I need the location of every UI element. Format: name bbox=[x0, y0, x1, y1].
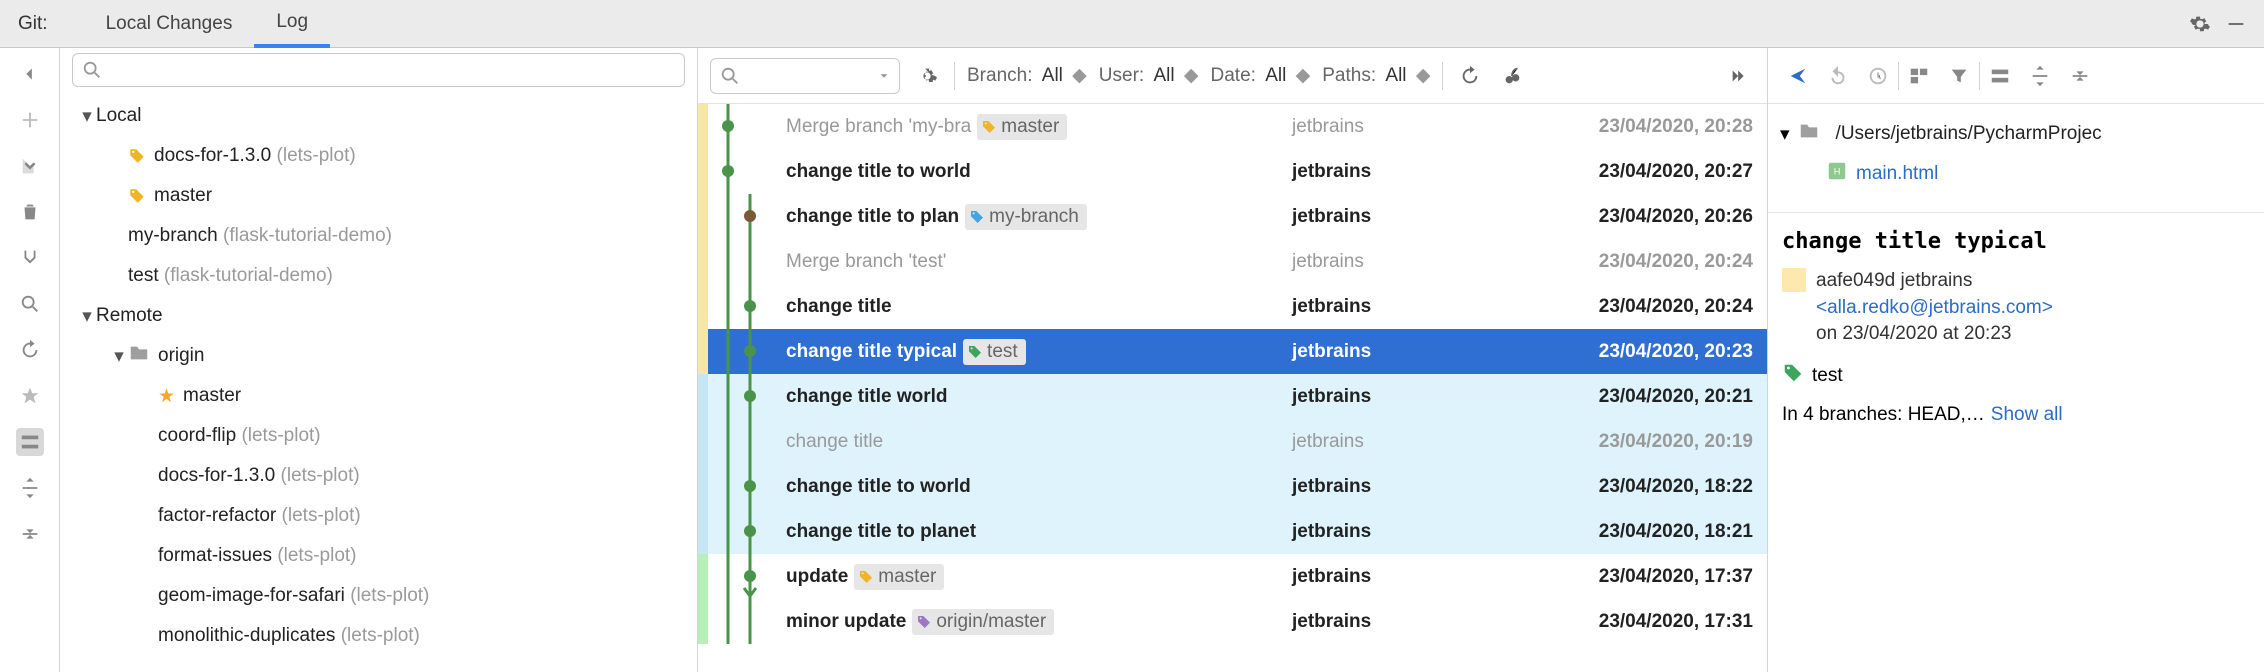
branch-search-input[interactable] bbox=[72, 53, 685, 87]
group-icon[interactable] bbox=[1899, 60, 1939, 92]
detail-toolbar bbox=[1768, 48, 2264, 104]
log-row[interactable]: change title to world jetbrains23/04/202… bbox=[698, 464, 1767, 509]
changed-file[interactable]: main.html bbox=[1856, 163, 1938, 185]
detail-panel: ▾ /Users/jetbrains/PycharmProjec H main.… bbox=[1768, 48, 2264, 672]
log-toolbar: Branch: All ◆ User: All ◆ Date: All ◆ Pa… bbox=[698, 48, 1767, 104]
tick-down-icon[interactable] bbox=[16, 152, 44, 180]
branch-node-master[interactable]: ★master bbox=[60, 376, 697, 416]
svg-text:H: H bbox=[1834, 167, 1841, 177]
changed-files: ▾ /Users/jetbrains/PycharmProjec H main.… bbox=[1768, 104, 2264, 213]
cherry-pick-icon[interactable] bbox=[1497, 61, 1527, 91]
top-tabs: Local Changes Log bbox=[84, 0, 330, 47]
undo-icon[interactable] bbox=[1818, 60, 1858, 92]
chevron-down-icon[interactable]: ▾ bbox=[1780, 123, 1790, 146]
commit-title: change title typical bbox=[1782, 229, 2250, 254]
log-rows: Merge branch 'my-bra masterjetbrains23/0… bbox=[698, 104, 1767, 672]
expand-icon[interactable] bbox=[2020, 60, 2060, 92]
branch-node-docs-for-1-3-0[interactable]: docs-for-1.3.0 (lets-plot) bbox=[60, 456, 697, 496]
minimize-icon[interactable] bbox=[2218, 6, 2254, 42]
topbar: Git: Local Changes Log bbox=[0, 0, 2264, 48]
filter-branch[interactable]: Branch: All ◆ bbox=[967, 64, 1087, 87]
html-file-icon: H bbox=[1826, 160, 1848, 188]
branch-node-test[interactable]: test (flask-tutorial-demo) bbox=[60, 256, 697, 296]
log-row[interactable]: change title world jetbrains23/04/2020, … bbox=[698, 374, 1767, 419]
filter-icon[interactable] bbox=[1939, 60, 1979, 92]
branch-node-format-issues[interactable]: format-issues (lets-plot) bbox=[60, 536, 697, 576]
log-search-input[interactable] bbox=[710, 58, 900, 94]
history-icon[interactable] bbox=[1858, 60, 1898, 92]
commit-date: on 23/04/2020 at 20:23 bbox=[1816, 323, 2011, 344]
changed-files-path[interactable]: /Users/jetbrains/PycharmProjec bbox=[1836, 123, 2102, 145]
tree-section-remote[interactable]: ▾Remote bbox=[60, 296, 697, 336]
branches-panel: ▾Localdocs-for-1.3.0 (lets-plot)mastermy… bbox=[60, 48, 698, 672]
log-row[interactable]: change title jetbrains23/04/2020, 20:19 bbox=[698, 419, 1767, 464]
commit-info: change title typical aafe049d jetbrains … bbox=[1768, 213, 2264, 442]
log-settings-icon[interactable] bbox=[912, 61, 942, 91]
left-gutter bbox=[0, 48, 60, 672]
branch-node-geom-image-for-safari[interactable]: geom-image-for-safari (lets-plot) bbox=[60, 576, 697, 616]
hash-color-box bbox=[1782, 268, 1806, 292]
tree-section-local[interactable]: ▾Local bbox=[60, 96, 697, 136]
log-row[interactable]: change title typical testjetbrains23/04/… bbox=[698, 329, 1767, 374]
log-refresh-icon[interactable] bbox=[1455, 61, 1485, 91]
layout-icon[interactable] bbox=[1980, 60, 2020, 92]
merge-icon[interactable] bbox=[16, 244, 44, 272]
filter-paths[interactable]: Paths: All ◆ bbox=[1322, 64, 1430, 87]
branch-node-docs-for-1-3-0[interactable]: docs-for-1.3.0 (lets-plot) bbox=[60, 136, 697, 176]
folder-icon bbox=[1798, 120, 1820, 148]
filter-date[interactable]: Date: All ◆ bbox=[1211, 64, 1311, 87]
log-row[interactable]: update masterjetbrains23/04/2020, 17:37 bbox=[698, 554, 1767, 599]
gear-icon[interactable] bbox=[2182, 6, 2218, 42]
navigate-icon[interactable] bbox=[1778, 60, 1818, 92]
tag-icon bbox=[1782, 362, 1804, 390]
log-row[interactable]: change title jetbrains23/04/2020, 20:24 bbox=[698, 284, 1767, 329]
collapse-icon[interactable] bbox=[2060, 60, 2100, 92]
log-row[interactable]: Merge branch 'my-bra masterjetbrains23/0… bbox=[698, 104, 1767, 149]
filter-user[interactable]: User: All ◆ bbox=[1099, 64, 1199, 87]
log-row[interactable]: change title to world jetbrains23/04/202… bbox=[698, 149, 1767, 194]
log-row[interactable]: change title to plan my-branchjetbrains2… bbox=[698, 194, 1767, 239]
branch-node-my-branch[interactable]: my-branch (flask-tutorial-demo) bbox=[60, 216, 697, 256]
add-icon[interactable] bbox=[16, 106, 44, 134]
refresh-icon[interactable] bbox=[16, 336, 44, 364]
vcs-title: Git: bbox=[10, 13, 56, 35]
branch-node-origin[interactable]: ▾origin bbox=[60, 336, 697, 376]
structure-icon[interactable] bbox=[16, 428, 44, 456]
branch-node-master[interactable]: master bbox=[60, 176, 697, 216]
branch-tag-label[interactable]: test bbox=[1812, 365, 1843, 387]
commit-author: jetbrains bbox=[1901, 270, 1973, 291]
log-panel: Branch: All ◆ User: All ◆ Date: All ◆ Pa… bbox=[698, 48, 1768, 672]
search-icon[interactable] bbox=[16, 290, 44, 318]
trash-icon[interactable] bbox=[16, 198, 44, 226]
branches-tree: ▾Localdocs-for-1.3.0 (lets-plot)mastermy… bbox=[60, 92, 697, 672]
log-row[interactable]: change title to planet jetbrains23/04/20… bbox=[698, 509, 1767, 554]
tab-local-changes[interactable]: Local Changes bbox=[84, 0, 255, 47]
more-icon[interactable] bbox=[1725, 61, 1755, 91]
log-row[interactable]: minor update origin/masterjetbrains23/04… bbox=[698, 599, 1767, 644]
tab-log[interactable]: Log bbox=[254, 0, 330, 48]
commit-email[interactable]: <alla.redko@jetbrains.com> bbox=[1816, 297, 2053, 318]
branch-node-monolithic-duplicates[interactable]: monolithic-duplicates (lets-plot) bbox=[60, 616, 697, 656]
branches-count: In 4 branches: HEAD,… bbox=[1782, 404, 1985, 426]
favorite-icon[interactable] bbox=[16, 382, 44, 410]
expand-all-icon[interactable] bbox=[16, 474, 44, 502]
branch-node-factor-refactor[interactable]: factor-refactor (lets-plot) bbox=[60, 496, 697, 536]
branch-node-coord-flip[interactable]: coord-flip (lets-plot) bbox=[60, 416, 697, 456]
collapse-all-icon[interactable] bbox=[16, 520, 44, 548]
show-all-link[interactable]: Show all bbox=[1991, 404, 2063, 426]
collapse-left-icon[interactable] bbox=[16, 60, 44, 88]
log-row[interactable]: Merge branch 'test' jetbrains23/04/2020,… bbox=[698, 239, 1767, 284]
commit-hash[interactable]: aafe049d bbox=[1816, 270, 1895, 291]
